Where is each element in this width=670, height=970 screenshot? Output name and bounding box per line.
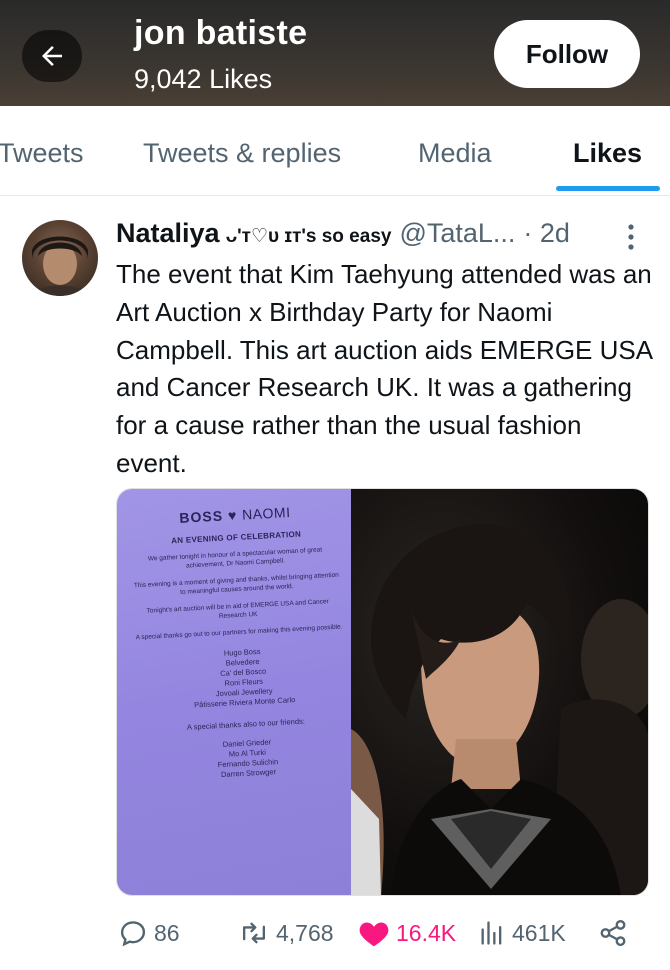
like-count: 16.4K <box>396 919 457 946</box>
avatar[interactable] <box>22 220 98 296</box>
card-paragraph: We gather tonight in honour of a spectac… <box>147 546 323 570</box>
card-brand-boss: BOSS <box>179 507 224 526</box>
tweet-actions: 86 4,768 16.4K 461K <box>116 912 636 956</box>
tweet-header: Nataliya ᴗ'ᴛ♡ᴜ ɪᴛ's so easy @TataL... · … <box>116 218 570 252</box>
share-icon <box>600 919 626 947</box>
share-button[interactable] <box>598 918 628 948</box>
like-button[interactable]: 16.4K <box>358 918 456 948</box>
card-paragraph: This evening is a moment of giving and t… <box>133 571 340 596</box>
tab-media[interactable]: Media <box>418 138 492 169</box>
follow-button[interactable]: Follow <box>494 20 640 88</box>
tab-likes[interactable]: Likes <box>573 138 642 169</box>
arrow-left-icon <box>42 46 62 66</box>
card-partners: Hugo Boss Belvedere Ca' del Bosco Roni F… <box>125 641 362 713</box>
card-brand-naomi: NAOMI <box>241 504 291 523</box>
profile-likes-count: 9,042 Likes <box>134 64 273 94</box>
profile-tabs: Tweets Tweets & replies Media Likes <box>0 106 670 196</box>
retweet-count: 4,768 <box>276 919 334 946</box>
reply-icon <box>120 921 146 947</box>
portrait-photo <box>351 489 648 895</box>
views-chart-icon <box>481 921 502 945</box>
card-paragraph: A special thanks go out to our partners … <box>135 623 343 642</box>
card-friends-heading: A special thanks also to our friends: <box>186 716 306 732</box>
portrait-illustration <box>351 523 648 895</box>
retweet-icon <box>242 922 266 944</box>
card-brand: BOSS ♥ NAOMI <box>118 501 353 529</box>
heart-icon: ♥ <box>227 506 243 524</box>
more-options-icon[interactable] <box>626 222 636 252</box>
event-card-image: BOSS ♥ NAOMI AN EVENING OF CELEBRATION W… <box>117 489 353 895</box>
tweet-text: The event that Kim Taehyung attended was… <box>116 259 652 478</box>
reply-button[interactable]: 86 <box>118 918 180 948</box>
retweet-button[interactable]: 4,768 <box>238 918 334 948</box>
card-friends: Daniel Grieder Mo Al Turki Fernando Suli… <box>130 732 366 784</box>
profile-name: jon batiste <box>134 14 308 52</box>
avatar-portrait <box>32 236 88 296</box>
profile-header: jon batiste 9,042 Likes Follow <box>0 0 670 106</box>
tab-tweets[interactable]: Tweets <box>0 138 84 169</box>
views-button[interactable]: 461K <box>478 918 566 948</box>
tweet-timestamp[interactable]: · 2d <box>523 218 570 249</box>
active-tab-indicator <box>556 186 660 191</box>
card-paragraph: Tonight's art auction will be in aid of … <box>146 598 329 620</box>
view-count: 461K <box>512 919 566 946</box>
author-name-decoration[interactable]: ᴗ'ᴛ♡ᴜ ɪᴛ's so easy <box>226 225 392 248</box>
tab-tweets-replies[interactable]: Tweets & replies <box>143 138 341 169</box>
card-subtitle: AN EVENING OF CELEBRATION <box>170 529 302 546</box>
heart-filled-icon <box>359 922 389 947</box>
reply-count: 86 <box>154 919 180 946</box>
author-handle[interactable]: @TataL... <box>399 218 515 249</box>
author-name[interactable]: Nataliya <box>116 218 220 249</box>
tweet-media[interactable]: BOSS ♥ NAOMI AN EVENING OF CELEBRATION W… <box>116 488 649 896</box>
back-button[interactable] <box>22 30 82 82</box>
